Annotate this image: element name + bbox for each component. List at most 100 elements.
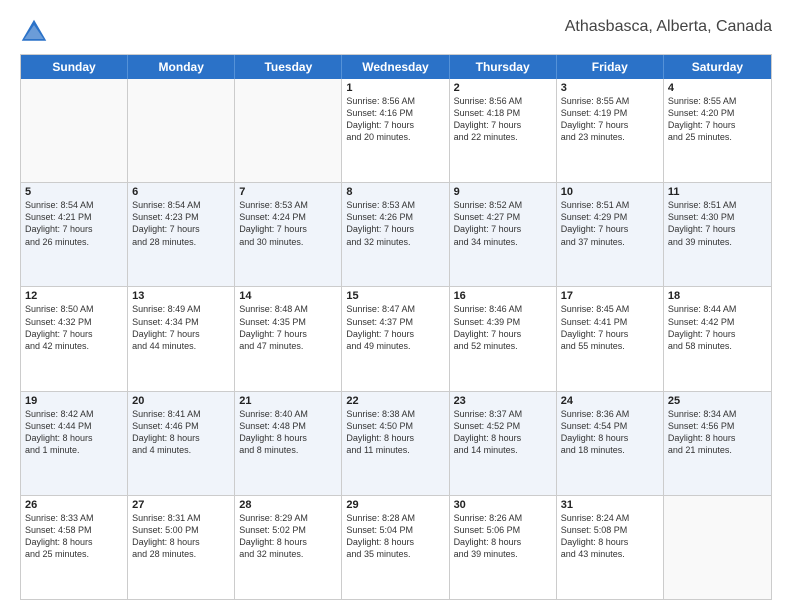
page: Athasbasca, Alberta, Canada Sunday Monda… xyxy=(0,0,792,612)
day-info: Sunrise: 8:28 AM Sunset: 5:04 PM Dayligh… xyxy=(346,512,444,561)
day-number: 6 xyxy=(132,186,230,198)
day-info: Sunrise: 8:40 AM Sunset: 4:48 PM Dayligh… xyxy=(239,408,337,457)
cal-cell-r0-c4: 2Sunrise: 8:56 AM Sunset: 4:18 PM Daylig… xyxy=(450,79,557,182)
header-sunday: Sunday xyxy=(21,55,128,79)
cal-cell-r4-c5: 31Sunrise: 8:24 AM Sunset: 5:08 PM Dayli… xyxy=(557,496,664,599)
title-block: Athasbasca, Alberta, Canada xyxy=(565,18,772,36)
day-info: Sunrise: 8:56 AM Sunset: 4:18 PM Dayligh… xyxy=(454,95,552,144)
day-number: 26 xyxy=(25,499,123,511)
day-number: 27 xyxy=(132,499,230,511)
calendar-row-3: 19Sunrise: 8:42 AM Sunset: 4:44 PM Dayli… xyxy=(21,391,771,495)
day-info: Sunrise: 8:51 AM Sunset: 4:30 PM Dayligh… xyxy=(668,199,767,248)
cal-cell-r3-c4: 23Sunrise: 8:37 AM Sunset: 4:52 PM Dayli… xyxy=(450,392,557,495)
cal-cell-r1-c3: 8Sunrise: 8:53 AM Sunset: 4:26 PM Daylig… xyxy=(342,183,449,286)
day-info: Sunrise: 8:42 AM Sunset: 4:44 PM Dayligh… xyxy=(25,408,123,457)
day-number: 17 xyxy=(561,290,659,302)
day-number: 24 xyxy=(561,395,659,407)
day-number: 4 xyxy=(668,82,767,94)
cal-cell-r4-c1: 27Sunrise: 8:31 AM Sunset: 5:00 PM Dayli… xyxy=(128,496,235,599)
cal-cell-r1-c6: 11Sunrise: 8:51 AM Sunset: 4:30 PM Dayli… xyxy=(664,183,771,286)
header-monday: Monday xyxy=(128,55,235,79)
day-number: 25 xyxy=(668,395,767,407)
header-saturday: Saturday xyxy=(664,55,771,79)
calendar-body: 1Sunrise: 8:56 AM Sunset: 4:16 PM Daylig… xyxy=(21,79,771,599)
cal-cell-r2-c2: 14Sunrise: 8:48 AM Sunset: 4:35 PM Dayli… xyxy=(235,287,342,390)
day-number: 1 xyxy=(346,82,444,94)
calendar-row-4: 26Sunrise: 8:33 AM Sunset: 4:58 PM Dayli… xyxy=(21,495,771,599)
cal-cell-r2-c0: 12Sunrise: 8:50 AM Sunset: 4:32 PM Dayli… xyxy=(21,287,128,390)
cal-cell-r0-c2 xyxy=(235,79,342,182)
day-number: 13 xyxy=(132,290,230,302)
day-info: Sunrise: 8:51 AM Sunset: 4:29 PM Dayligh… xyxy=(561,199,659,248)
day-info: Sunrise: 8:24 AM Sunset: 5:08 PM Dayligh… xyxy=(561,512,659,561)
cal-cell-r1-c1: 6Sunrise: 8:54 AM Sunset: 4:23 PM Daylig… xyxy=(128,183,235,286)
day-info: Sunrise: 8:52 AM Sunset: 4:27 PM Dayligh… xyxy=(454,199,552,248)
day-number: 23 xyxy=(454,395,552,407)
day-number: 8 xyxy=(346,186,444,198)
day-number: 16 xyxy=(454,290,552,302)
cal-cell-r2-c3: 15Sunrise: 8:47 AM Sunset: 4:37 PM Dayli… xyxy=(342,287,449,390)
day-info: Sunrise: 8:50 AM Sunset: 4:32 PM Dayligh… xyxy=(25,303,123,352)
cal-cell-r2-c5: 17Sunrise: 8:45 AM Sunset: 4:41 PM Dayli… xyxy=(557,287,664,390)
logo xyxy=(20,18,52,46)
day-info: Sunrise: 8:38 AM Sunset: 4:50 PM Dayligh… xyxy=(346,408,444,457)
cal-cell-r0-c1 xyxy=(128,79,235,182)
day-number: 11 xyxy=(668,186,767,198)
cal-cell-r1-c2: 7Sunrise: 8:53 AM Sunset: 4:24 PM Daylig… xyxy=(235,183,342,286)
calendar-row-1: 5Sunrise: 8:54 AM Sunset: 4:21 PM Daylig… xyxy=(21,182,771,286)
day-number: 18 xyxy=(668,290,767,302)
day-info: Sunrise: 8:48 AM Sunset: 4:35 PM Dayligh… xyxy=(239,303,337,352)
cal-cell-r4-c6 xyxy=(664,496,771,599)
cal-cell-r3-c6: 25Sunrise: 8:34 AM Sunset: 4:56 PM Dayli… xyxy=(664,392,771,495)
cal-cell-r3-c1: 20Sunrise: 8:41 AM Sunset: 4:46 PM Dayli… xyxy=(128,392,235,495)
day-info: Sunrise: 8:37 AM Sunset: 4:52 PM Dayligh… xyxy=(454,408,552,457)
header-wednesday: Wednesday xyxy=(342,55,449,79)
day-number: 22 xyxy=(346,395,444,407)
cal-cell-r4-c3: 29Sunrise: 8:28 AM Sunset: 5:04 PM Dayli… xyxy=(342,496,449,599)
day-number: 2 xyxy=(454,82,552,94)
day-number: 12 xyxy=(25,290,123,302)
cal-cell-r2-c6: 18Sunrise: 8:44 AM Sunset: 4:42 PM Dayli… xyxy=(664,287,771,390)
day-number: 19 xyxy=(25,395,123,407)
cal-cell-r0-c3: 1Sunrise: 8:56 AM Sunset: 4:16 PM Daylig… xyxy=(342,79,449,182)
day-number: 3 xyxy=(561,82,659,94)
day-number: 30 xyxy=(454,499,552,511)
day-info: Sunrise: 8:47 AM Sunset: 4:37 PM Dayligh… xyxy=(346,303,444,352)
cal-cell-r0-c0 xyxy=(21,79,128,182)
header: Athasbasca, Alberta, Canada xyxy=(20,18,772,46)
header-tuesday: Tuesday xyxy=(235,55,342,79)
day-number: 15 xyxy=(346,290,444,302)
day-number: 14 xyxy=(239,290,337,302)
header-thursday: Thursday xyxy=(450,55,557,79)
day-number: 28 xyxy=(239,499,337,511)
day-info: Sunrise: 8:55 AM Sunset: 4:19 PM Dayligh… xyxy=(561,95,659,144)
logo-icon xyxy=(20,18,48,46)
cal-cell-r0-c5: 3Sunrise: 8:55 AM Sunset: 4:19 PM Daylig… xyxy=(557,79,664,182)
day-info: Sunrise: 8:45 AM Sunset: 4:41 PM Dayligh… xyxy=(561,303,659,352)
cal-cell-r1-c4: 9Sunrise: 8:52 AM Sunset: 4:27 PM Daylig… xyxy=(450,183,557,286)
cal-cell-r3-c5: 24Sunrise: 8:36 AM Sunset: 4:54 PM Dayli… xyxy=(557,392,664,495)
day-info: Sunrise: 8:49 AM Sunset: 4:34 PM Dayligh… xyxy=(132,303,230,352)
cal-cell-r0-c6: 4Sunrise: 8:55 AM Sunset: 4:20 PM Daylig… xyxy=(664,79,771,182)
cal-cell-r4-c2: 28Sunrise: 8:29 AM Sunset: 5:02 PM Dayli… xyxy=(235,496,342,599)
day-info: Sunrise: 8:54 AM Sunset: 4:23 PM Dayligh… xyxy=(132,199,230,248)
day-number: 7 xyxy=(239,186,337,198)
cal-cell-r3-c0: 19Sunrise: 8:42 AM Sunset: 4:44 PM Dayli… xyxy=(21,392,128,495)
day-info: Sunrise: 8:34 AM Sunset: 4:56 PM Dayligh… xyxy=(668,408,767,457)
day-number: 10 xyxy=(561,186,659,198)
calendar-row-0: 1Sunrise: 8:56 AM Sunset: 4:16 PM Daylig… xyxy=(21,79,771,182)
calendar-row-2: 12Sunrise: 8:50 AM Sunset: 4:32 PM Dayli… xyxy=(21,286,771,390)
cal-cell-r1-c5: 10Sunrise: 8:51 AM Sunset: 4:29 PM Dayli… xyxy=(557,183,664,286)
header-friday: Friday xyxy=(557,55,664,79)
day-info: Sunrise: 8:46 AM Sunset: 4:39 PM Dayligh… xyxy=(454,303,552,352)
cal-cell-r3-c3: 22Sunrise: 8:38 AM Sunset: 4:50 PM Dayli… xyxy=(342,392,449,495)
cal-cell-r2-c1: 13Sunrise: 8:49 AM Sunset: 4:34 PM Dayli… xyxy=(128,287,235,390)
day-info: Sunrise: 8:41 AM Sunset: 4:46 PM Dayligh… xyxy=(132,408,230,457)
day-info: Sunrise: 8:36 AM Sunset: 4:54 PM Dayligh… xyxy=(561,408,659,457)
day-number: 5 xyxy=(25,186,123,198)
day-number: 21 xyxy=(239,395,337,407)
day-info: Sunrise: 8:55 AM Sunset: 4:20 PM Dayligh… xyxy=(668,95,767,144)
day-info: Sunrise: 8:33 AM Sunset: 4:58 PM Dayligh… xyxy=(25,512,123,561)
calendar-header: Sunday Monday Tuesday Wednesday Thursday… xyxy=(21,55,771,79)
day-info: Sunrise: 8:54 AM Sunset: 4:21 PM Dayligh… xyxy=(25,199,123,248)
